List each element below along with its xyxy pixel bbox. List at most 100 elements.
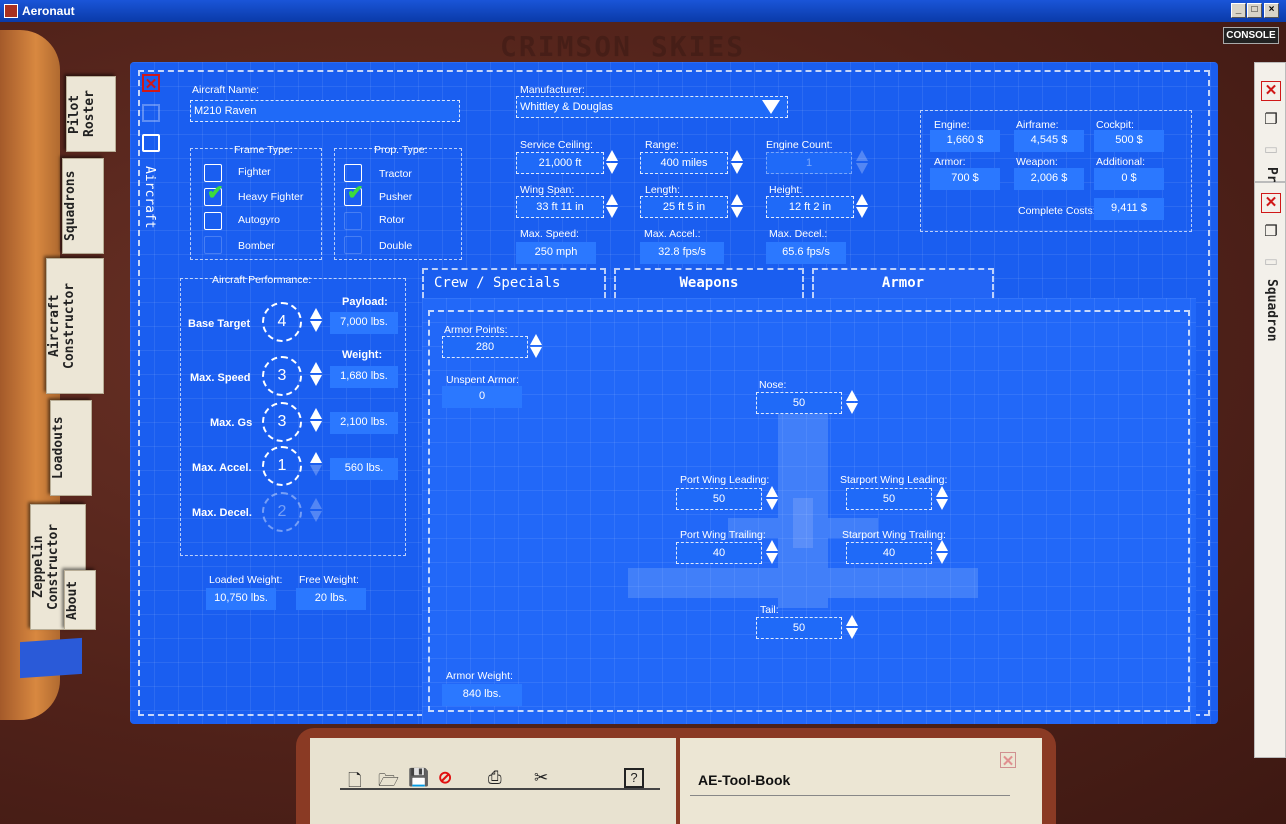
length-field[interactable]: 25 ft 5 in	[640, 196, 728, 218]
dropdown-arrow-icon[interactable]	[762, 100, 780, 114]
tab-about[interactable]: About	[64, 570, 96, 630]
service-ceiling-spinner[interactable]	[606, 150, 618, 176]
restore-icon[interactable]: ❐	[1261, 111, 1281, 131]
new-file-icon[interactable]: 🗋	[348, 768, 362, 797]
max-gs-spinner[interactable]	[310, 408, 322, 434]
binder-blueprint-edge	[20, 637, 82, 679]
tab-armor[interactable]: Armor	[812, 268, 994, 298]
frame-heavy-fighter-label: Heavy Fighter	[238, 191, 304, 203]
cockpit-cost-value: 500 $	[1094, 130, 1164, 152]
payload-label: Payload:	[342, 296, 388, 308]
service-ceiling-field[interactable]: 21,000 ft	[516, 152, 604, 174]
copy-icon[interactable]	[142, 104, 160, 122]
frame-bomber-label: Bomber	[238, 240, 275, 252]
manufacturer-select[interactable]: Whittley & Douglas	[516, 96, 788, 118]
base-target-spinner[interactable]	[310, 308, 322, 334]
free-weight-value: 20 lbs.	[296, 588, 366, 610]
print-icon[interactable]: ⎙	[488, 768, 502, 788]
weapon-cost-value: 2,006 $	[1014, 168, 1084, 190]
nose-armor-field[interactable]: 50	[756, 392, 842, 414]
starport-wing-trailing-spinner[interactable]	[936, 540, 948, 566]
prop-tractor-label: Tractor	[379, 168, 412, 180]
port-wing-trailing-spinner[interactable]	[766, 540, 778, 566]
max-accel-dial: 1	[262, 446, 302, 486]
max-speed-spec-value: 250 mph	[516, 242, 596, 264]
prop-double-checkbox[interactable]	[344, 236, 362, 254]
close-button[interactable]: ×	[1264, 3, 1279, 18]
armor-points-spinner[interactable]	[530, 334, 542, 360]
weight-value: 1,680 lbs.	[330, 366, 398, 388]
minimize-icon[interactable]: ▭	[1261, 141, 1281, 161]
book-close-icon[interactable]: ✕	[1000, 752, 1016, 770]
prop-pusher-checkbox[interactable]: ✔	[344, 183, 364, 206]
height-spinner[interactable]	[856, 194, 868, 220]
port-wing-leading-spinner[interactable]	[766, 486, 778, 512]
minimize-button[interactable]: _	[1231, 3, 1246, 18]
save-disk-icon[interactable]: 💾	[408, 768, 429, 788]
gs-weight-value: 2,100 lbs.	[330, 412, 398, 434]
close-aircraft-icon[interactable]: ✕	[142, 74, 160, 93]
max-decel-spec-value: 65.6 fps/s	[766, 242, 846, 264]
frame-autogyro-checkbox[interactable]	[204, 212, 222, 230]
minimize-icon[interactable]: ▭	[1261, 253, 1281, 273]
nose-armor-spinner[interactable]	[846, 390, 858, 416]
weight-label: Weight:	[342, 349, 383, 361]
prop-rotor-checkbox[interactable]	[344, 212, 362, 230]
close-red-icon[interactable]: ✕	[1261, 81, 1281, 101]
tab-crew-specials[interactable]: Crew / Specials	[422, 268, 606, 298]
length-spinner[interactable]	[731, 194, 743, 220]
open-folder-icon[interactable]: 🗁	[378, 768, 399, 797]
tab-pilot-roster[interactable]: Pilot Roster	[66, 76, 116, 152]
port-wing-leading-label: Port Wing Leading:	[680, 474, 770, 486]
range-spinner[interactable]	[731, 150, 743, 176]
minimize-panel-icon[interactable]	[142, 134, 160, 152]
close-red-icon[interactable]: ✕	[1261, 193, 1281, 213]
maximize-button[interactable]: □	[1247, 3, 1262, 18]
tab-aircraft-constructor[interactable]: Aircraft Constructor	[46, 258, 104, 394]
frame-bomber-checkbox[interactable]	[204, 236, 222, 254]
height-field[interactable]: 12 ft 2 in	[766, 196, 854, 218]
wing-span-field[interactable]: 33 ft 11 in	[516, 196, 604, 218]
range-field[interactable]: 400 miles	[640, 152, 728, 174]
additional-cost-label: Additional:	[1096, 156, 1146, 168]
tab-loadouts[interactable]: Loadouts	[50, 400, 92, 496]
performance-title: Aircraft Performance:	[212, 274, 312, 286]
console-button[interactable]: CONSOLE	[1223, 27, 1279, 44]
armor-points-field[interactable]: 280	[442, 336, 528, 358]
armor-panel: Armor Points: 280 Unspent Armor: 0 Nose:…	[422, 298, 1196, 724]
prop-double-label: Double	[379, 240, 413, 252]
frame-heavy-fighter-checkbox[interactable]: ✔	[204, 183, 224, 206]
port-wing-trailing-field[interactable]: 40	[676, 542, 762, 564]
max-decel-perf-label: Max. Decel.	[192, 507, 252, 519]
frame-fighter-checkbox[interactable]	[204, 164, 222, 182]
starport-wing-leading-field[interactable]: 50	[846, 488, 932, 510]
tools-icon[interactable]: ✂	[534, 768, 548, 788]
max-speed-spinner[interactable]	[310, 362, 322, 388]
complete-costs-label: Complete Costs:	[1018, 205, 1096, 217]
engine-count-spinner[interactable]	[856, 150, 868, 176]
max-decel-spinner[interactable]	[310, 498, 322, 524]
tool-book-line	[690, 795, 1010, 796]
starport-wing-leading-spinner[interactable]	[936, 486, 948, 512]
aircraft-name-input[interactable]: M210 Raven	[190, 100, 460, 122]
aircraft-silhouette	[628, 408, 978, 608]
tail-armor-spinner[interactable]	[846, 615, 858, 641]
delete-icon[interactable]: ⊘	[438, 768, 452, 788]
tail-armor-field[interactable]: 50	[756, 617, 842, 639]
help-icon[interactable]: ?	[624, 768, 644, 788]
port-wing-leading-field[interactable]: 50	[676, 488, 762, 510]
tool-book-title: AE-Tool-Book	[698, 772, 791, 788]
restore-icon[interactable]: ❐	[1261, 223, 1281, 243]
max-speed-spec-label: Max. Speed:	[520, 228, 579, 240]
tab-weapons[interactable]: Weapons	[614, 268, 804, 298]
wing-span-spinner[interactable]	[606, 194, 618, 220]
frame-fighter-label: Fighter	[238, 166, 271, 178]
aircraft-name-label: Aircraft Name:	[192, 84, 260, 96]
starport-wing-trailing-field[interactable]: 40	[846, 542, 932, 564]
engine-count-field[interactable]: 1	[766, 152, 852, 174]
max-accel-spinner[interactable]	[310, 452, 322, 478]
tab-squadrons[interactable]: Squadrons	[62, 158, 104, 254]
loaded-weight-label: Loaded Weight:	[209, 574, 283, 586]
prop-tractor-checkbox[interactable]	[344, 164, 362, 182]
max-gs-label: Max. Gs	[210, 417, 253, 429]
